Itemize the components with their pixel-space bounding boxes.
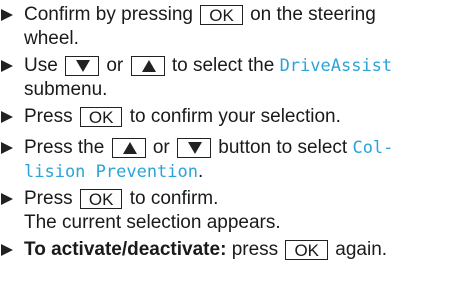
step-text: to select the [171,55,275,76]
step-text: wheel. [24,28,79,49]
menu-name-part-1: Col- [352,138,394,158]
step-text: to confirm. [129,188,219,209]
or-text: or [152,137,170,158]
bullet-triangle-icon [0,59,14,73]
up-triangle-icon [122,141,137,154]
period: . [198,161,204,182]
step-text: again. [335,239,388,260]
step-text: button to select [218,137,348,158]
bullet-triangle-icon [0,243,14,257]
ok-key: OK [200,4,243,25]
bullet-triangle-icon [0,141,14,155]
result-text: The current selection appears. [24,212,281,233]
ok-key: OK [285,239,328,260]
down-triangle-icon [188,141,203,154]
down-key [177,137,212,158]
bullet-triangle-icon [0,192,14,206]
ok-key: OK [79,188,123,209]
step-text: on the steering [250,4,376,25]
menu-name: DriveAssist [279,56,393,76]
step-text: submenu. [24,79,108,100]
ok-key: OK [79,106,123,127]
step-text: Press [24,106,73,127]
bullet-triangle-icon [0,8,14,22]
menu-name-part-2: lision Prevention [24,162,198,182]
up-key [130,55,165,76]
bullet-triangle-icon [0,110,14,124]
step-text: Confirm by pressing [24,4,193,25]
up-key [111,137,146,158]
step-text: Press [24,188,73,209]
or-text: or [106,55,124,76]
step-label: To activate/deactivate: [24,239,227,260]
step-text: Use [24,55,58,76]
down-key [65,55,100,76]
down-triangle-icon [76,59,91,72]
step-text: to confirm your selection. [129,106,341,127]
step-text: Press the [24,137,105,158]
step-text: press [231,239,279,260]
up-triangle-icon [141,59,156,72]
